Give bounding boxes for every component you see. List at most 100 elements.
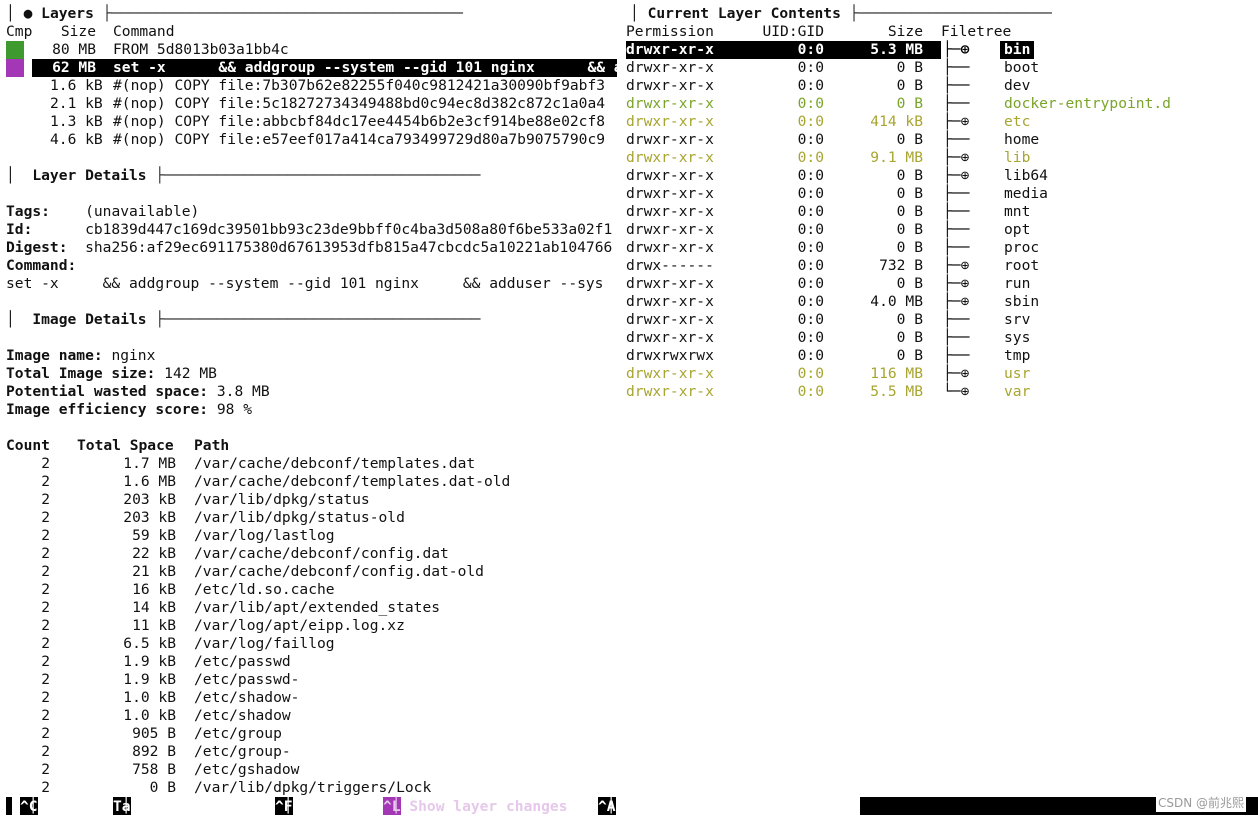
tree-branch: ├── bbox=[943, 239, 970, 256]
size-cell: 0 B bbox=[896, 185, 923, 202]
space-cell: 22 kB bbox=[132, 545, 176, 562]
filetree-row[interactable]: drwx------ 0:0 732 B ├─⊕ root bbox=[0, 257, 1258, 275]
count-cell: 2 bbox=[41, 563, 50, 580]
filetree-row[interactable]: drwxr-xr-x 0:0 0 B ├─⊕ run bbox=[0, 275, 1258, 293]
filetree-row[interactable]: drwxr-xr-x 0:0 0 B ├── home bbox=[0, 131, 1258, 149]
filter-key[interactable]: ^F Filter │ bbox=[275, 797, 354, 815]
filetree-name: sbin bbox=[1004, 293, 1040, 310]
uidgid-cell: 0:0 bbox=[797, 239, 824, 256]
space-cell: 203 kB bbox=[123, 491, 176, 508]
tree-branch: ├─⊕ bbox=[943, 365, 970, 382]
filetree-row[interactable]: drwxrwxrwx 0:0 0 B ├── tmp bbox=[0, 347, 1258, 365]
size-cell: 0 B bbox=[896, 347, 923, 364]
permission-cell: drwxr-xr-x bbox=[626, 221, 714, 238]
tree-branch: ├─⊕ bbox=[943, 149, 970, 166]
filetree-row[interactable]: drwxr-xr-x 0:0 0 B ├── sys bbox=[0, 329, 1258, 347]
filetree-name: proc bbox=[1004, 239, 1040, 256]
aggregated-changes-key[interactable]: ^A Show aggregated changes │ bbox=[598, 797, 826, 815]
filetree-row[interactable]: drwxr-xr-x 0:0 116 MB ├─⊕ usr bbox=[0, 365, 1258, 383]
filetree-row[interactable]: drwxr-xr-x 0:0 0 B ├─⊕ lib64 bbox=[0, 167, 1258, 185]
table-row: 2 203 kB/var/lib/dpkg/status-old bbox=[0, 509, 620, 527]
tree-branch: ├─⊕ bbox=[943, 275, 970, 292]
size-cell: 0 B bbox=[896, 221, 923, 238]
size-cell: 0 B bbox=[896, 275, 923, 292]
filetree-row[interactable]: drwxr-xr-x 0:0 0 B ├── docker-entrypoint.d bbox=[0, 95, 1258, 113]
tree-branch: ├── bbox=[943, 95, 970, 112]
count-cell: 2 bbox=[41, 725, 50, 742]
permission-cell: drwxr-xr-x bbox=[626, 311, 714, 328]
space-cell: 14 kB bbox=[132, 599, 176, 616]
layer-changes-key[interactable]: ^L Show layer changes │ bbox=[383, 797, 568, 815]
permission-cell: drwxr-xr-x bbox=[626, 41, 714, 58]
permission-cell: drwxr-xr-x bbox=[626, 167, 714, 184]
filetree-row[interactable]: drwxr-xr-x 0:0 0 B ├── media bbox=[0, 185, 1258, 203]
col-size-header: Size bbox=[60, 23, 96, 40]
permission-cell: drwxr-xr-x bbox=[626, 293, 714, 310]
tree-branch: ├── bbox=[943, 329, 970, 346]
uidgid-cell: 0:0 bbox=[797, 131, 824, 148]
table-row: 2 6.5 kB/var/log/faillog bbox=[0, 635, 620, 653]
path-cell: /var/cache/debconf/config.dat-old bbox=[194, 563, 484, 580]
switch-view-key[interactable]: Tab Switch view │ bbox=[113, 797, 245, 815]
permission-cell: drwxr-xr-x bbox=[626, 329, 714, 346]
count-cell: 2 bbox=[41, 491, 50, 508]
filetree-name: srv bbox=[1004, 311, 1031, 328]
filetree-name: run bbox=[1004, 275, 1031, 292]
path-cell: /var/log/faillog bbox=[194, 635, 335, 652]
count-cell: 2 bbox=[41, 635, 50, 652]
filetree-row[interactable]: drwxr-xr-x 0:0 0 B ├── opt bbox=[0, 221, 1258, 239]
table-row: 2 1.7 MB/var/cache/debconf/templates.dat bbox=[0, 455, 620, 473]
filetree-row[interactable]: drwxr-xr-x 0:0 5.5 MB └─⊕ var bbox=[0, 383, 1258, 401]
col-cmp-header: Cmp bbox=[6, 23, 33, 40]
filetree-row[interactable]: drwxr-xr-x 0:0 9.1 MB ├─⊕ lib bbox=[0, 149, 1258, 167]
filetree-name: bin bbox=[1000, 41, 1035, 59]
filetree-name: lib64 bbox=[1004, 167, 1048, 184]
tree-branch: ├─⊕ bbox=[943, 167, 970, 184]
path-cell: /etc/group bbox=[194, 725, 282, 742]
filetree-name: home bbox=[1004, 131, 1040, 148]
space-cell: 11 kB bbox=[132, 617, 176, 634]
filetree-name: media bbox=[1004, 185, 1048, 202]
filetree-row[interactable]: drwxr-xr-x 0:0 4.0 MB ├─⊕ sbin bbox=[0, 293, 1258, 311]
filetree-row[interactable]: drwxr-xr-x 0:0 5.3 MB ├─⊕ bin bbox=[0, 41, 1258, 59]
path-cell: /etc/ld.so.cache bbox=[194, 581, 335, 598]
uidgid-cell: 0:0 bbox=[797, 383, 824, 400]
count-cell: 2 bbox=[41, 689, 50, 706]
size-cell: 0 B bbox=[896, 167, 923, 184]
layers-title: Layers bbox=[41, 5, 94, 22]
permission-cell: drwxr-xr-x bbox=[626, 149, 714, 166]
size-cell: 4.0 MB bbox=[870, 293, 923, 310]
filetree-row[interactable]: drwxr-xr-x 0:0 0 B ├── mnt bbox=[0, 203, 1258, 221]
uidgid-cell: 0:0 bbox=[797, 77, 824, 94]
tree-branch: ├── bbox=[943, 131, 970, 148]
path-cell: /etc/gshadow bbox=[194, 761, 300, 778]
permission-cell: drwxr-xr-x bbox=[626, 383, 714, 400]
permission-header: Permission bbox=[626, 23, 714, 40]
table-row: 2 14 kB/var/lib/apt/extended_states bbox=[0, 599, 620, 617]
count-cell: 2 bbox=[41, 779, 50, 796]
size-cell: 0 B bbox=[896, 131, 923, 148]
space-header: Total Space bbox=[77, 437, 174, 454]
path-cell: /var/cache/debconf/templates.dat-old bbox=[194, 473, 511, 490]
permission-cell: drwxr-xr-x bbox=[626, 95, 714, 112]
path-cell: /var/log/lastlog bbox=[194, 527, 335, 544]
filetree-row[interactable]: drwxr-xr-x 0:0 414 kB ├─⊕ etc bbox=[0, 113, 1258, 131]
tree-branch: ├── bbox=[943, 203, 970, 220]
permission-cell: drwxr-xr-x bbox=[626, 275, 714, 292]
size-cell: 0 B bbox=[896, 329, 923, 346]
table-row: 2 11 kB/var/log/apt/eipp.log.xz bbox=[0, 617, 620, 635]
filetree-row[interactable]: drwxr-xr-x 0:0 0 B ├── srv bbox=[0, 311, 1258, 329]
tree-branch: └─⊕ bbox=[943, 383, 970, 400]
keybar-edge bbox=[6, 797, 12, 815]
quit-key[interactable]: ^C Quit │ bbox=[20, 797, 82, 815]
filetree-row[interactable]: drwxr-xr-x 0:0 0 B ├── boot bbox=[0, 59, 1258, 77]
filetree-row[interactable]: drwxr-xr-x 0:0 0 B ├── proc bbox=[0, 239, 1258, 257]
count-cell: 2 bbox=[41, 599, 50, 616]
space-cell: 6.5 kB bbox=[123, 635, 176, 652]
filetree-row[interactable]: drwxr-xr-x 0:0 0 B ├── dev bbox=[0, 77, 1258, 95]
tree-branch: ├── bbox=[943, 77, 970, 94]
uidgid-cell: 0:0 bbox=[797, 311, 824, 328]
permission-cell: drwxrwxrwx bbox=[626, 347, 714, 364]
count-cell: 2 bbox=[41, 743, 50, 760]
uidgid-cell: 0:0 bbox=[797, 347, 824, 364]
